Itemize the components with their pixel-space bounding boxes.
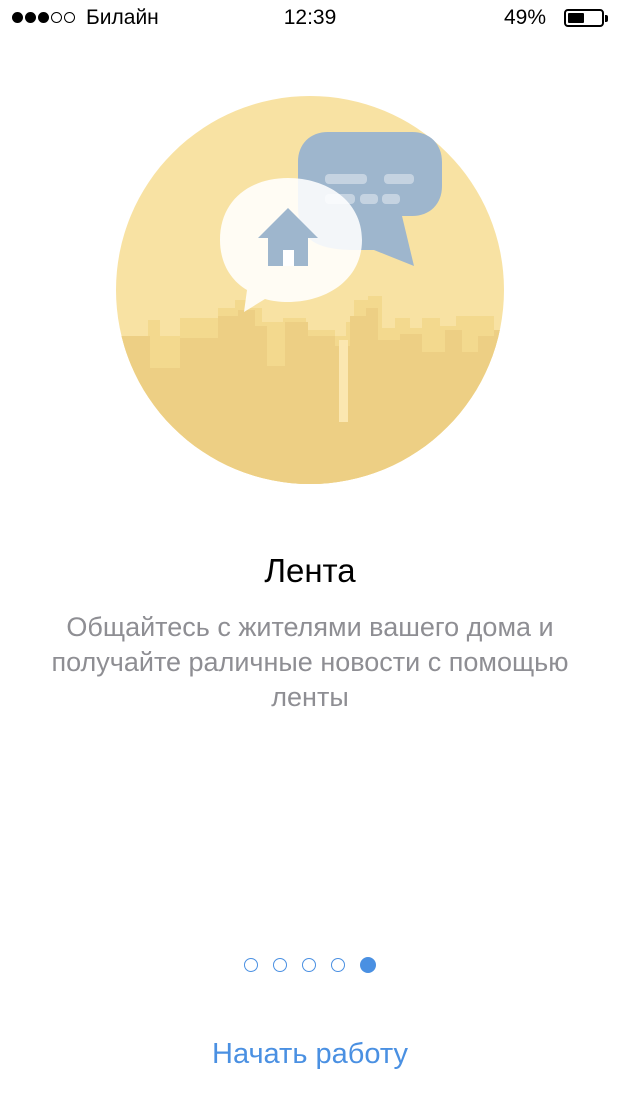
battery-icon [564,9,608,27]
page-dot[interactable] [273,958,287,972]
page-description: Общайтесь с жителями вашего дома и получ… [51,612,569,712]
start-button[interactable]: Начать работу [160,1032,460,1076]
battery-percent: 49% [503,6,546,29]
page-dot[interactable] [244,958,258,972]
feed-illustration-svg [116,96,504,484]
status-bar: Билайн 12:39 49% [0,0,620,38]
page-dot-active[interactable] [360,957,376,973]
page-dot[interactable] [302,958,316,972]
page-dot[interactable] [331,958,345,972]
page-indicator[interactable] [0,957,620,973]
feed-illustration [110,90,510,490]
battery-fill [568,13,584,23]
page-title: Лента [264,552,356,589]
